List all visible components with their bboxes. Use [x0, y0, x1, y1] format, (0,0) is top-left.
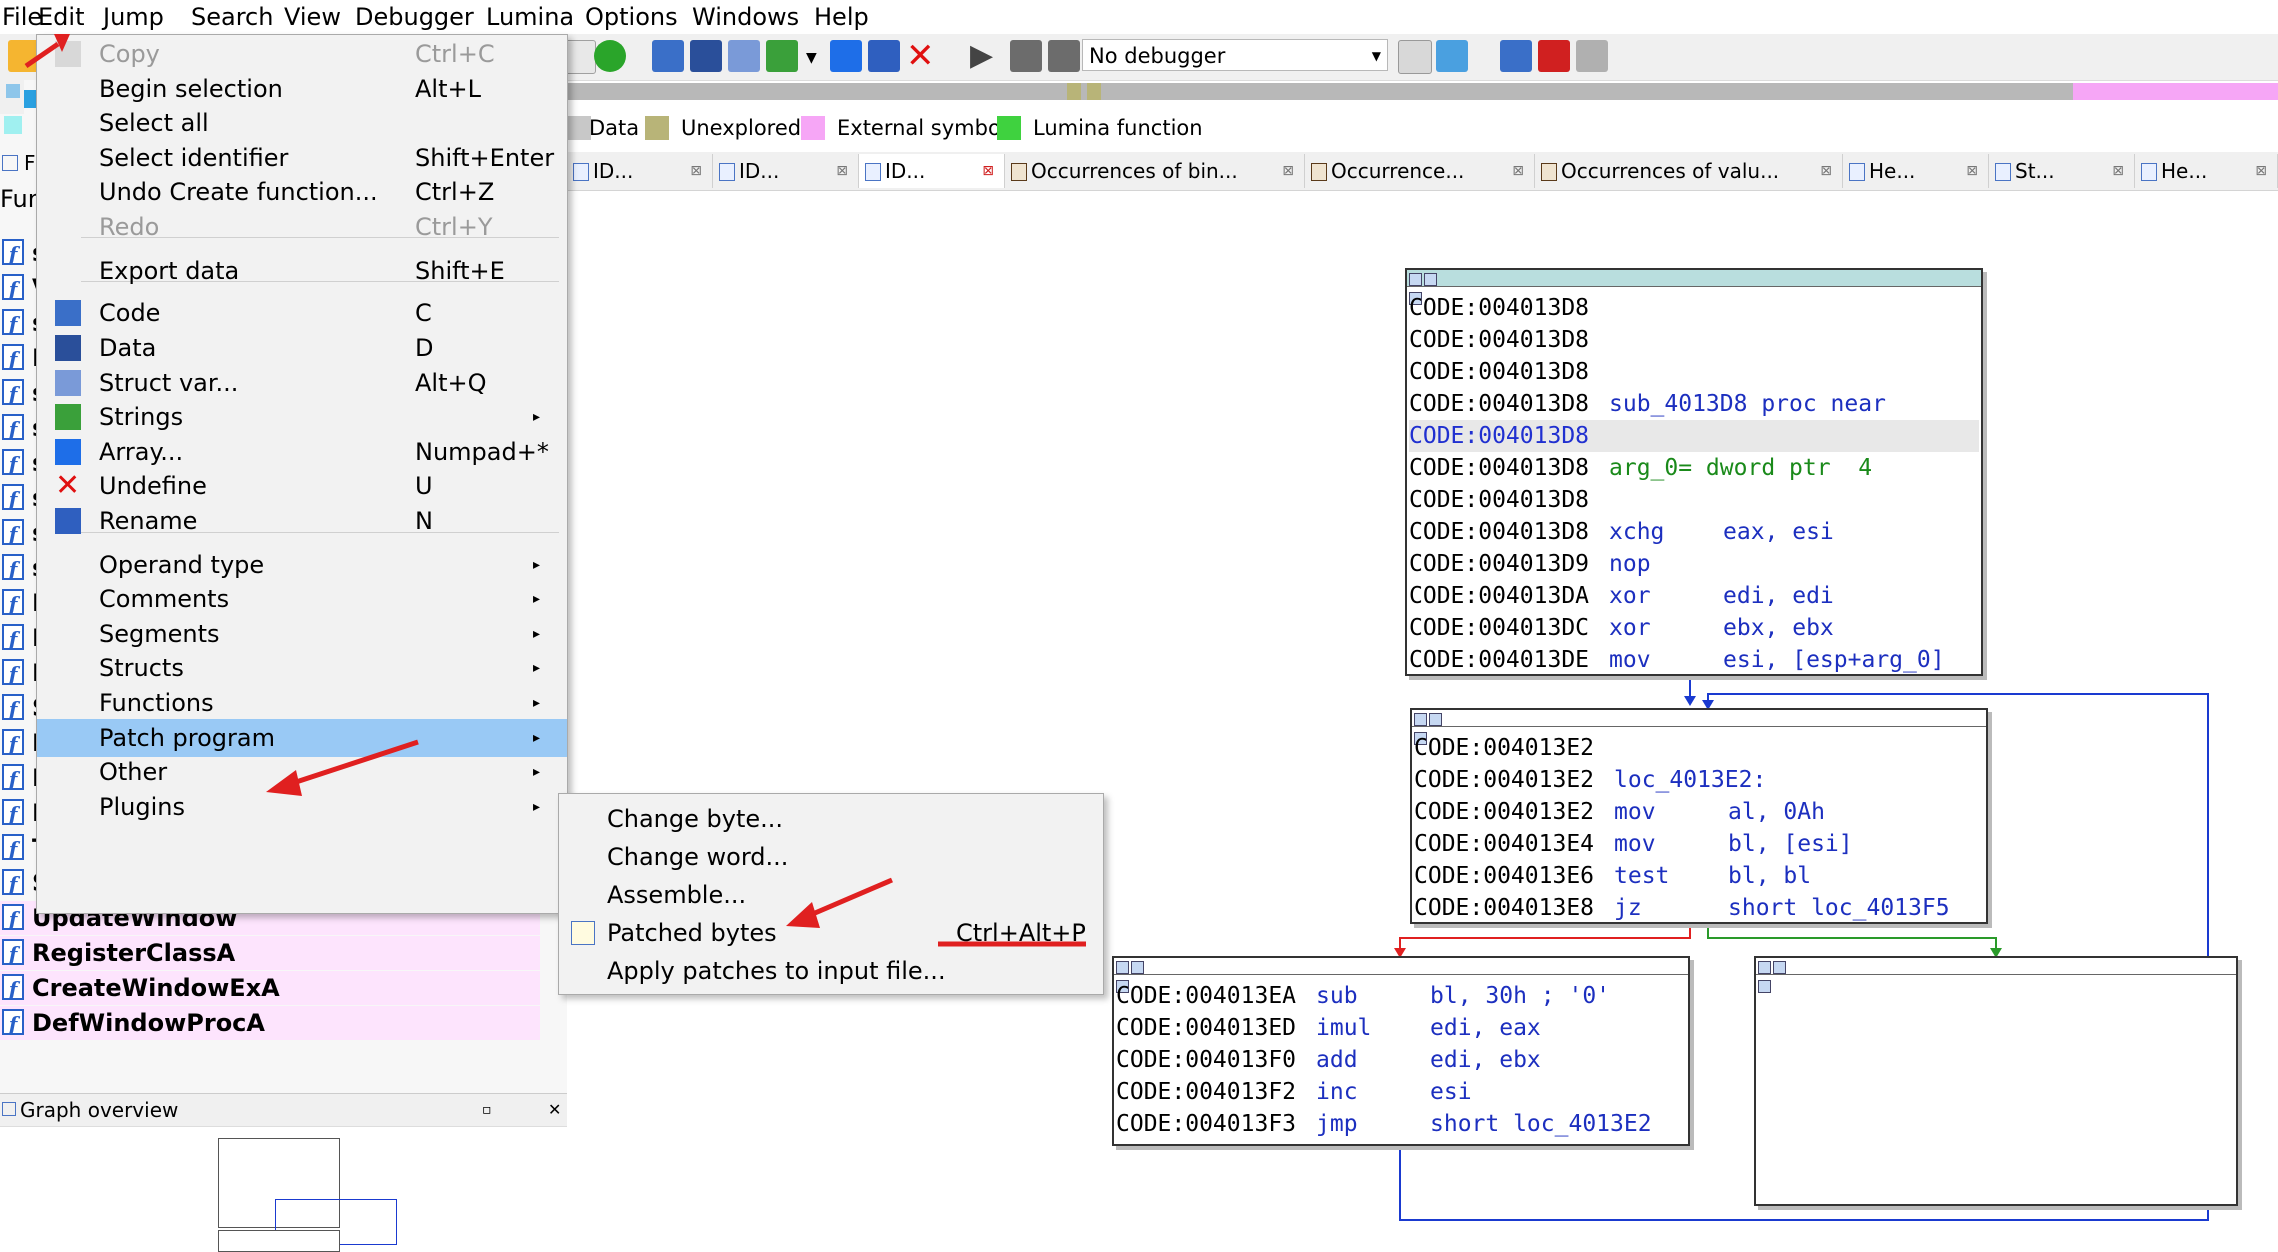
annotation-layer: [24, 34, 1086, 947]
annotation-arrow-patched-bytes: [807, 877, 893, 919]
arrow-head: [786, 902, 820, 928]
arrow-head: [266, 770, 302, 796]
annotation-arrow-patch-program: [289, 739, 419, 787]
annotation-arrow-edit: [24, 41, 60, 69]
